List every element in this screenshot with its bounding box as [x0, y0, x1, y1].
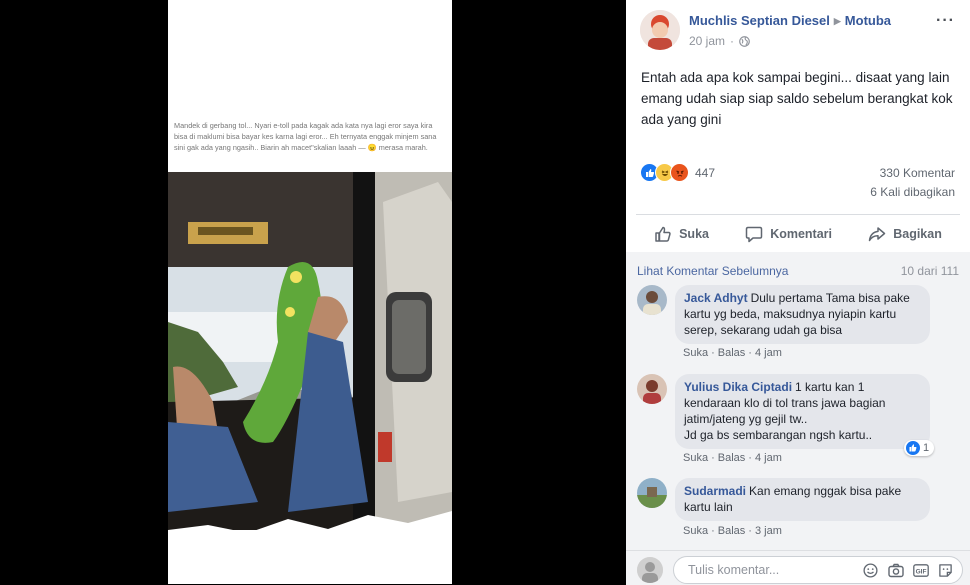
comment-reply-link[interactable]: Balas: [718, 347, 746, 359]
commenter-avatar[interactable]: [637, 478, 667, 508]
comment-reply-link[interactable]: Balas: [718, 452, 746, 464]
emoji-icon[interactable]: [862, 562, 879, 579]
dot-separator: ·: [748, 525, 752, 537]
comment-composer: GIF: [626, 550, 970, 585]
globe-icon[interactable]: [739, 35, 750, 47]
reaction-count: 447: [695, 165, 716, 180]
commenter-name[interactable]: Sudarmadi: [684, 484, 746, 498]
camera-icon[interactable]: [887, 562, 904, 579]
comment-meta: Suka · Balas · 4 jam: [683, 452, 782, 464]
comment-input-box[interactable]: GIF: [673, 556, 963, 584]
current-user-avatar: [637, 557, 663, 583]
svg-text:GIF: GIF: [915, 568, 926, 575]
commenter-avatar[interactable]: [637, 285, 667, 315]
comment-like-link[interactable]: Suka: [683, 452, 708, 464]
comment-bubble: Yulius Dika Ciptadi 1 kartu kan 1 kendara…: [675, 374, 930, 449]
sticker-icon[interactable]: [937, 562, 954, 579]
gif-icon[interactable]: GIF: [912, 562, 929, 579]
comment-count-link[interactable]: 330 Komentar: [880, 166, 955, 180]
photo-viewer: Mandek di gerbang tol... Nyari e-toll pa…: [0, 0, 626, 584]
post-time[interactable]: 20 jam: [689, 34, 725, 48]
post-action-bar: Suka Komentari Bagikan: [636, 214, 960, 251]
comment-button-label: Komentari: [770, 227, 833, 241]
like-button[interactable]: Suka: [654, 223, 709, 243]
thumbs-up-icon: [655, 226, 671, 242]
author-avatar[interactable]: [640, 10, 680, 50]
comment-like-badge[interactable]: 1: [904, 440, 935, 456]
comment-time[interactable]: 4 jam: [755, 347, 782, 359]
comment-text: Jd ga bs sembarangan ngsh kartu..: [684, 428, 873, 442]
comment-meta: Suka · Balas · 3 jam: [683, 525, 782, 537]
dot-separator: ·: [711, 347, 715, 359]
comment-bubble: Sudarmadi Kan emang nggak bisa pake kartu…: [675, 478, 930, 521]
reactions-summary[interactable]: 447: [640, 163, 715, 182]
author-name[interactable]: Muchlis Septian Diesel: [689, 13, 830, 28]
bus-interior-photo: [168, 172, 452, 530]
dot-separator: ·: [711, 525, 715, 537]
torn-edge: [168, 511, 452, 584]
comment-text: kartu yg beda, maksudnya nyiapin kartu: [684, 307, 897, 321]
dot-separator: ·: [711, 452, 715, 464]
post-text: Entah ada apa kok sampai begini... disaa…: [641, 70, 953, 127]
commenter-name[interactable]: Yulius Dika Ciptadi: [684, 380, 792, 394]
share-arrow-icon: [868, 227, 886, 242]
comment-time[interactable]: 4 jam: [755, 452, 782, 464]
comments-section: Lihat Komentar Sebelumnya 10 dari 111 Ja…: [626, 252, 970, 584]
comment-button[interactable]: Komentari: [745, 223, 832, 243]
angry-reaction-icon: [670, 163, 689, 182]
post-header: Muchlis Septian Diesel ▶ Motuba 20 jam · ·…: [626, 0, 970, 60]
commenter-avatar[interactable]: [637, 374, 667, 404]
photo-caption: Mandek di gerbang tol... Nyari e-toll pa…: [174, 121, 437, 152]
share-button-label: Bagikan: [893, 227, 942, 241]
share-button[interactable]: Bagikan: [868, 223, 942, 243]
post-photo[interactable]: Mandek di gerbang tol... Nyari e-toll pa…: [168, 0, 452, 584]
comment-time[interactable]: 3 jam: [755, 525, 782, 537]
comment-meta: Suka · Balas · 4 jam: [683, 347, 782, 359]
comment-like-link[interactable]: Suka: [683, 525, 708, 537]
comment-text: 1 kartu kan 1: [795, 380, 865, 394]
comment-text: serep, sekarang udah ga bisa: [684, 323, 843, 337]
post-panel: Muchlis Septian Diesel ▶ Motuba 20 jam · ·…: [626, 0, 970, 585]
dot-separator: ·: [748, 452, 752, 464]
comment-text: kendaraan klo di tol trans jawa bagian: [684, 396, 886, 410]
comment-like-count: 1: [923, 442, 930, 454]
caret-right-icon: ▶: [833, 16, 841, 26]
share-count-link[interactable]: 6 Kali dibagikan: [870, 185, 955, 199]
dot-separator: ·: [730, 34, 735, 48]
comment-input[interactable]: [686, 562, 840, 578]
commenter-name[interactable]: Jack Adhyt: [684, 291, 748, 305]
like-reaction-icon: [906, 441, 920, 455]
comment-reply-link[interactable]: Balas: [718, 525, 746, 537]
more-options-icon[interactable]: ···: [936, 12, 955, 30]
comments-page-count: 10 dari 111: [900, 264, 959, 278]
comment-text: jatim/jateng yg gejil tw..: [684, 412, 808, 426]
comment-text: kartu lain: [684, 500, 733, 514]
dot-separator: ·: [748, 347, 752, 359]
group-name[interactable]: Motuba: [845, 13, 891, 28]
like-button-label: Suka: [679, 227, 709, 241]
view-previous-comments-link[interactable]: Lihat Komentar Sebelumnya: [637, 264, 788, 278]
comment-like-link[interactable]: Suka: [683, 347, 708, 359]
comment-text: Kan emang nggak bisa pake: [749, 484, 902, 498]
comment-text: Dulu pertama Tama bisa pake: [750, 291, 910, 305]
comment-bubble: Jack Adhyt Dulu pertama Tama bisa pake ka…: [675, 285, 930, 344]
comment-icon: [745, 226, 763, 243]
